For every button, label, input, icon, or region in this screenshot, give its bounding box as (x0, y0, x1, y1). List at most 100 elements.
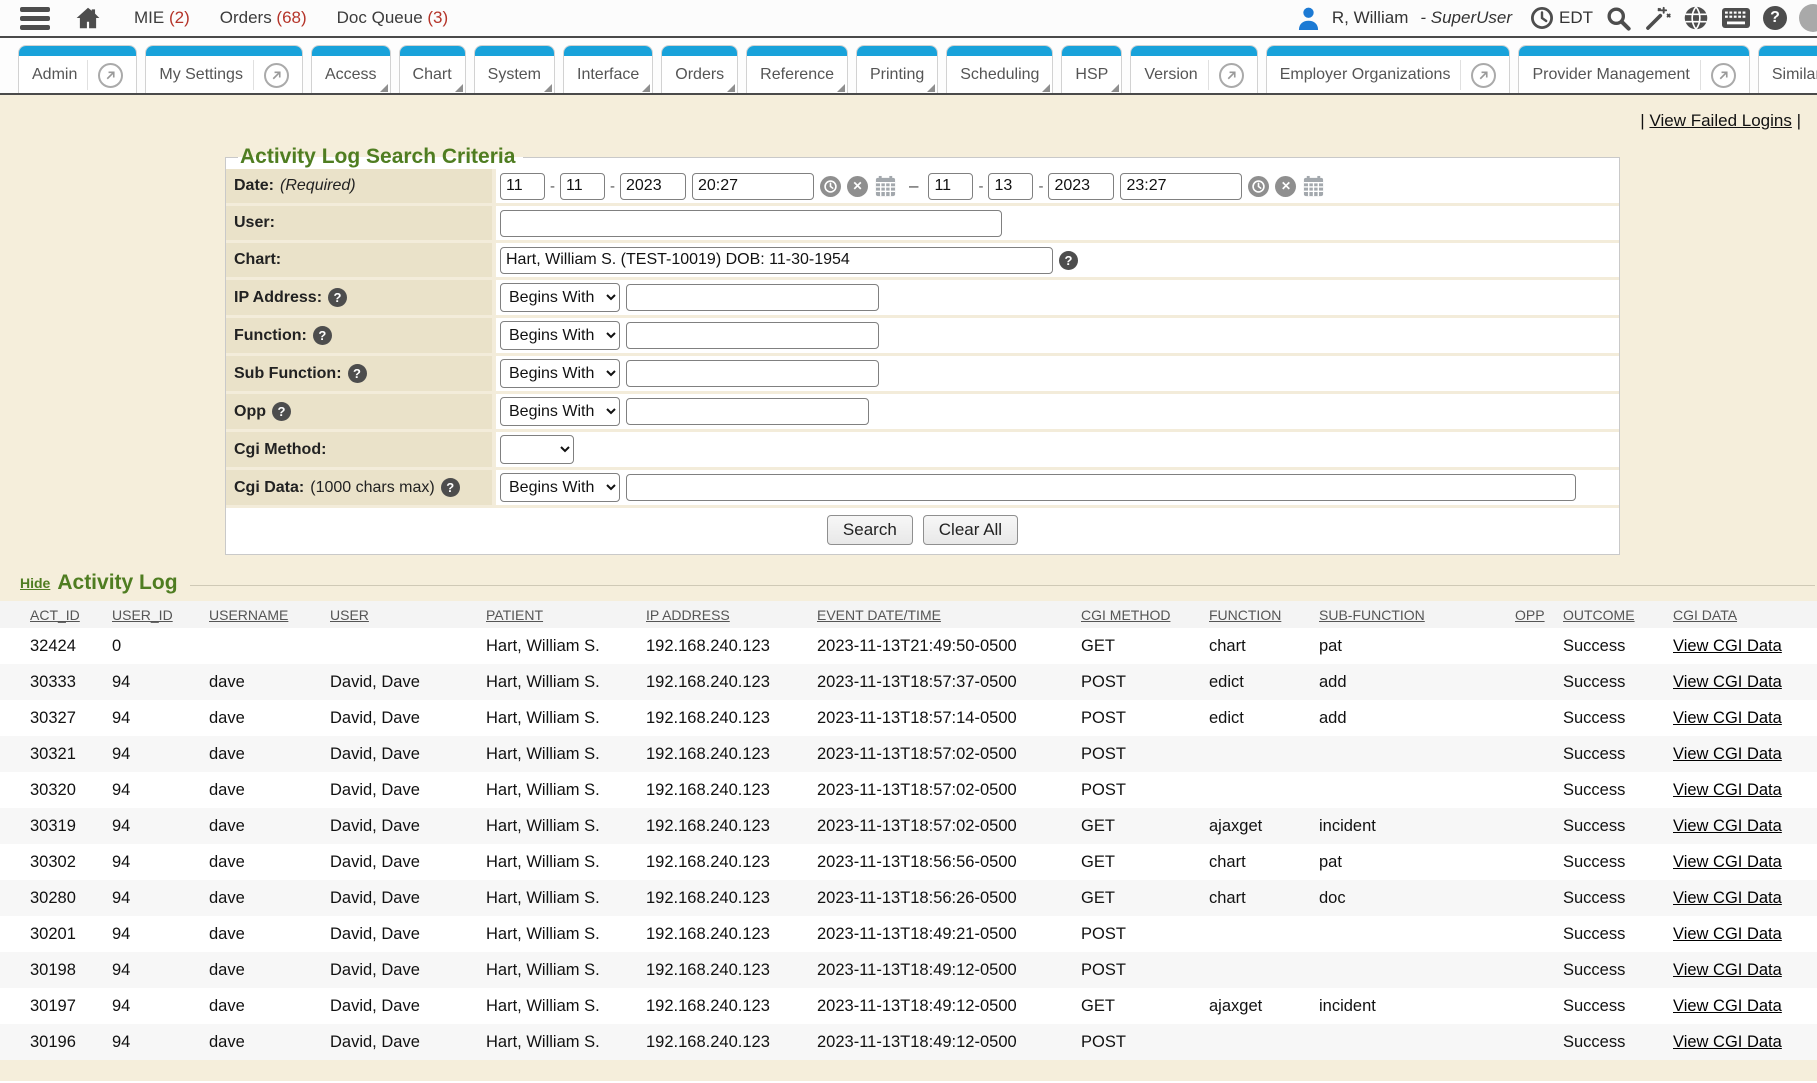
globe-icon[interactable] (1683, 5, 1709, 31)
column-header-outcome[interactable]: OUTCOME (1563, 601, 1673, 628)
date-to-year-input[interactable] (1048, 173, 1114, 200)
cell-function: ajaxget (1209, 808, 1319, 844)
date-from-year-input[interactable] (620, 173, 686, 200)
menu-icon[interactable] (20, 7, 50, 30)
column-header-event-date-time[interactable]: EVENT DATE/TIME (817, 601, 1081, 628)
hide-log-link[interactable]: Hide (20, 575, 50, 591)
tab-printing[interactable]: Printing (856, 45, 938, 94)
home-icon[interactable] (74, 5, 102, 31)
view-failed-logins-link[interactable]: View Failed Logins (1649, 111, 1791, 130)
ip-match-select[interactable]: Begins With (500, 283, 620, 312)
view-cgi-data-link[interactable]: View CGI Data (1673, 889, 1782, 907)
tab-employer-organizations[interactable]: Employer Organizations (1266, 45, 1511, 94)
help-icon[interactable]: ? (328, 288, 347, 307)
tab-reference[interactable]: Reference (746, 45, 848, 94)
view-cgi-data-link[interactable]: View CGI Data (1673, 961, 1782, 979)
time-picker-icon[interactable] (820, 176, 841, 197)
external-link-icon[interactable] (1711, 63, 1736, 88)
help-icon[interactable]: ? (313, 326, 332, 345)
date-to-time-input[interactable] (1120, 173, 1242, 200)
tab-admin[interactable]: Admin (18, 45, 137, 94)
clear-date-icon[interactable]: ✕ (1275, 176, 1296, 197)
topbar-item-doc-queue[interactable]: Doc Queue (3) (337, 8, 449, 28)
tab-provider-management[interactable]: Provider Management (1518, 45, 1749, 94)
external-link-icon[interactable] (264, 63, 289, 88)
view-cgi-data-link[interactable]: View CGI Data (1673, 673, 1782, 691)
keyboard-icon[interactable] (1721, 7, 1751, 29)
date-from-time-input[interactable] (692, 173, 814, 200)
wand-icon[interactable] (1644, 5, 1671, 32)
tab-interface[interactable]: Interface (563, 45, 653, 94)
opp-match-select[interactable]: Begins With (500, 397, 620, 426)
time-picker-icon[interactable] (1248, 176, 1269, 197)
tab-hsp[interactable]: HSP (1061, 45, 1122, 94)
help-icon[interactable]: ? (441, 478, 460, 497)
opp-input[interactable] (626, 398, 869, 425)
tab-orders[interactable]: Orders (661, 45, 738, 94)
cell-patient: Hart, William S. (486, 772, 646, 808)
function-input[interactable] (626, 322, 879, 349)
tab-access[interactable]: Access (311, 45, 391, 94)
tab-scheduling[interactable]: Scheduling (946, 45, 1053, 94)
calendar-icon[interactable] (1302, 175, 1325, 198)
help-icon[interactable]: ? (272, 402, 291, 421)
topbar-item-mie[interactable]: MIE (2) (134, 8, 190, 28)
sub-function-input[interactable] (626, 360, 879, 387)
view-cgi-data-link[interactable]: View CGI Data (1673, 1033, 1782, 1051)
function-match-select[interactable]: Begins With (500, 321, 620, 350)
view-cgi-data-link[interactable]: View CGI Data (1673, 745, 1782, 763)
help-icon[interactable]: ? (1059, 251, 1078, 270)
calendar-icon[interactable] (874, 175, 897, 198)
column-header-ip-address[interactable]: IP ADDRESS (646, 601, 817, 628)
column-header-sub-function[interactable]: SUB-FUNCTION (1319, 601, 1515, 628)
date-from-day-input[interactable] (560, 173, 605, 200)
help-icon[interactable]: ? (348, 364, 367, 383)
tab-similar-exposu[interactable]: Similar Exposu (1758, 45, 1817, 94)
tab-chart[interactable]: Chart (399, 45, 466, 94)
tab-version[interactable]: Version (1130, 45, 1257, 94)
view-cgi-data-link[interactable]: View CGI Data (1673, 781, 1782, 799)
avatar[interactable] (1799, 4, 1817, 32)
cgi-data-match-select[interactable]: Begins With (500, 473, 620, 502)
view-cgi-data-link[interactable]: View CGI Data (1673, 709, 1782, 727)
clear-all-button[interactable]: Clear All (923, 515, 1018, 545)
help-icon[interactable]: ? (1763, 6, 1787, 30)
column-header-cgi-method[interactable]: CGI METHOD (1081, 601, 1209, 628)
clear-date-icon[interactable]: ✕ (847, 176, 868, 197)
view-cgi-data-link[interactable]: View CGI Data (1673, 997, 1782, 1015)
user-role: - SuperUser (1420, 8, 1512, 28)
cgi-data-input[interactable] (626, 474, 1576, 501)
cgi-method-select[interactable] (500, 435, 574, 464)
search-icon[interactable] (1605, 5, 1632, 32)
search-button[interactable]: Search (827, 515, 913, 545)
date-to-day-input[interactable] (988, 173, 1033, 200)
date-to-month-input[interactable] (928, 173, 973, 200)
user-icon[interactable] (1297, 6, 1320, 31)
timezone-indicator[interactable]: EDT (1530, 6, 1593, 30)
view-cgi-data-link[interactable]: View CGI Data (1673, 817, 1782, 835)
column-header-act-id[interactable]: ACT_ID (0, 601, 112, 628)
view-cgi-data-link[interactable]: View CGI Data (1673, 637, 1782, 655)
ip-address-input[interactable] (626, 284, 879, 311)
tab-system[interactable]: System (474, 45, 555, 94)
external-link-icon[interactable] (1471, 63, 1496, 88)
tab-my-settings[interactable]: My Settings (145, 45, 303, 94)
chart-input[interactable] (500, 247, 1053, 274)
column-header-opp[interactable]: OPP (1515, 601, 1563, 628)
date-from-month-input[interactable] (500, 173, 545, 200)
user-name[interactable]: R, William - SuperUser (1332, 8, 1512, 28)
column-header-cgi-data[interactable]: CGI DATA (1673, 601, 1817, 628)
external-link-icon[interactable] (98, 63, 123, 88)
column-header-function[interactable]: FUNCTION (1209, 601, 1319, 628)
tab-accent-strip (1131, 46, 1256, 56)
column-header-user[interactable]: USER (330, 601, 486, 628)
topbar-item-orders[interactable]: Orders (68) (220, 8, 307, 28)
view-cgi-data-link[interactable]: View CGI Data (1673, 925, 1782, 943)
sub-function-match-select[interactable]: Begins With (500, 359, 620, 388)
external-link-icon[interactable] (1219, 63, 1244, 88)
user-input[interactable] (500, 210, 1002, 237)
column-header-user-id[interactable]: USER_ID (112, 601, 209, 628)
view-cgi-data-link[interactable]: View CGI Data (1673, 853, 1782, 871)
column-header-patient[interactable]: PATIENT (486, 601, 646, 628)
column-header-username[interactable]: USERNAME (209, 601, 330, 628)
